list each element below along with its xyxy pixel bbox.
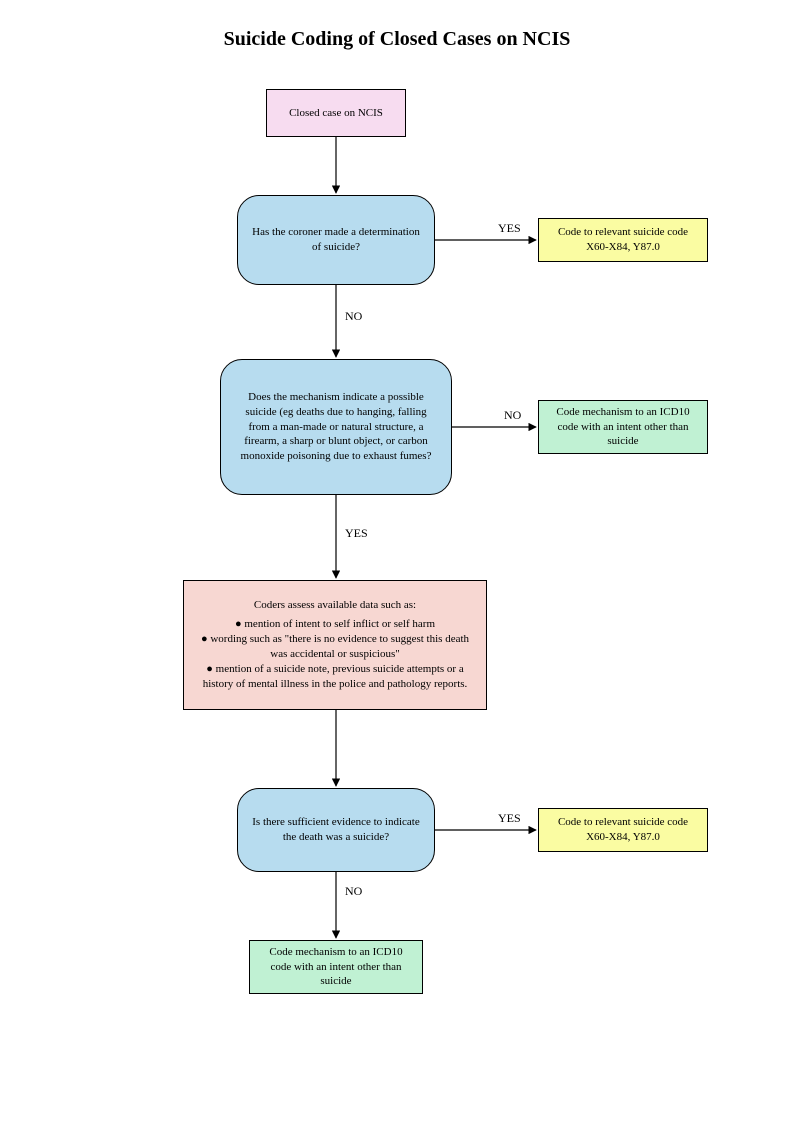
node-r1-text: Code to relevant suicide code X60-X84, Y…: [549, 225, 697, 255]
node-start-text: Closed case on NCIS: [289, 106, 383, 121]
node-r3-text: Code to relevant suicide code X60-X84, Y…: [549, 815, 697, 845]
node-q2-text: Does the mechanism indicate a possible s…: [231, 390, 441, 464]
label-q3-no: NO: [345, 884, 362, 899]
page-title: Suicide Coding of Closed Cases on NCIS: [0, 28, 794, 51]
node-r4: Code mechanism to an ICD10 code with an …: [249, 940, 423, 994]
node-r3: Code to relevant suicide code X60-X84, Y…: [538, 808, 708, 852]
node-start: Closed case on NCIS: [266, 89, 406, 137]
node-r2-text: Code mechanism to an ICD10 code with an …: [549, 405, 697, 450]
node-q1-text: Has the coroner made a determination of …: [248, 225, 424, 255]
label-q2-yes: YES: [345, 526, 368, 541]
node-q3-text: Is there sufficient evidence to indicate…: [248, 815, 424, 845]
node-q1: Has the coroner made a determination of …: [237, 195, 435, 285]
assess-header: Coders assess available data such as:: [194, 598, 476, 613]
node-r2: Code mechanism to an ICD10 code with an …: [538, 400, 708, 454]
label-q1-yes: YES: [498, 221, 521, 236]
node-q3: Is there sufficient evidence to indicate…: [237, 788, 435, 872]
label-q2-no: NO: [504, 408, 521, 423]
node-assess: Coders assess available data such as: ● …: [183, 580, 487, 710]
label-q3-yes: YES: [498, 811, 521, 826]
label-q1-no: NO: [345, 309, 362, 324]
node-r1: Code to relevant suicide code X60-X84, Y…: [538, 218, 708, 262]
assess-content: Coders assess available data such as: ● …: [194, 598, 476, 691]
assess-bullet-2: ● wording such as "there is no evidence …: [194, 632, 476, 662]
node-q2: Does the mechanism indicate a possible s…: [220, 359, 452, 495]
node-r4-text: Code mechanism to an ICD10 code with an …: [260, 945, 412, 990]
assess-bullet-3: ● mention of a suicide note, previous su…: [194, 662, 476, 692]
assess-bullet-1: ● mention of intent to self inflict or s…: [194, 617, 476, 632]
